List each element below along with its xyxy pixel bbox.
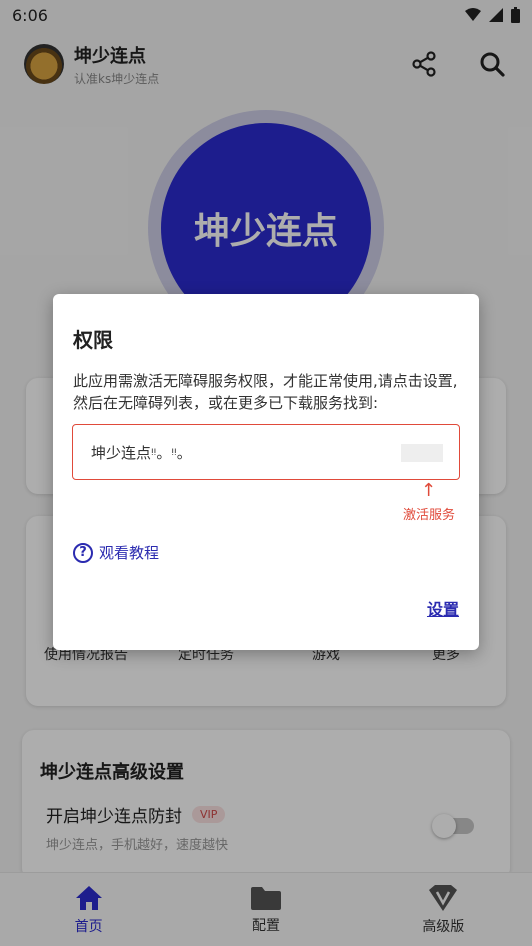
activate-hint: 激活服务 [403, 508, 456, 523]
permission-dialog: 权限 此应用需激活无障碍服务权限，才能正常使用,请点击设置,然后在无障碍列表，或… [53, 294, 479, 650]
watch-tutorial-link[interactable]: ? 观看教程 [73, 542, 159, 563]
watch-tutorial-label: 观看教程 [99, 544, 160, 562]
help-icon: ? [73, 542, 93, 563]
dialog-message: 此应用需激活无障碍服务权限，才能正常使用,请点击设置,然后在无障碍列表，或在更多… [73, 372, 458, 412]
up-arrow-icon: ↑ [421, 480, 437, 501]
service-name-box: 坤少连点ᵎᵎ。ᵎᵎ。 [72, 424, 460, 480]
service-name: 坤少连点ᵎᵎ。ᵎᵎ。 [91, 443, 192, 462]
dialog-title: 权限 [73, 328, 113, 352]
settings-button[interactable]: 设置 [427, 596, 459, 620]
service-placeholder [401, 444, 443, 462]
